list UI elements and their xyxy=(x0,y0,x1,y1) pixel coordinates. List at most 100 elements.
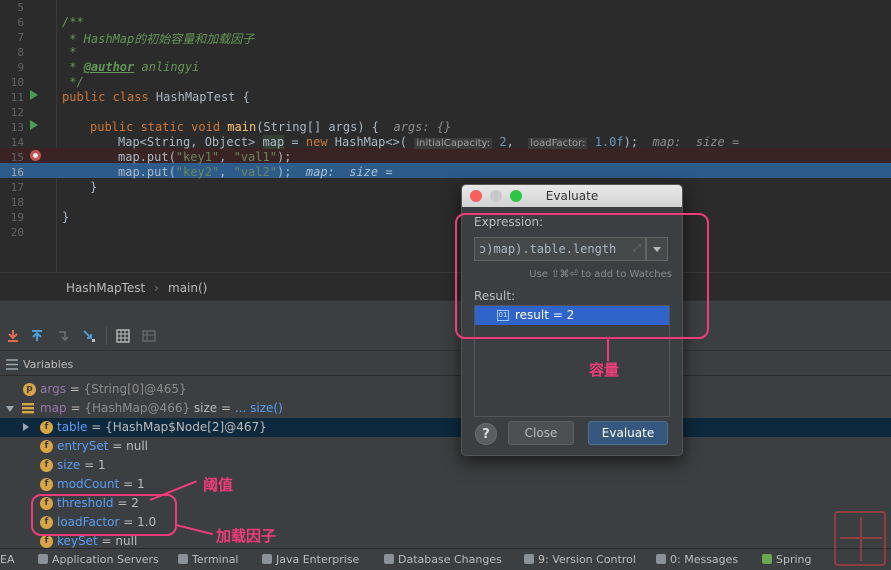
java-enterprise-icon xyxy=(262,554,272,564)
close-window-icon[interactable] xyxy=(470,190,482,202)
tool-window-version-control[interactable]: 9: Version Control xyxy=(524,553,636,566)
field-icon: f xyxy=(40,459,53,472)
line-number: 5 xyxy=(17,1,24,14)
inline-debug-hint: map: size = xyxy=(652,135,740,149)
javadoc-author-tag: @author xyxy=(83,60,135,74)
version-control-icon xyxy=(524,554,534,564)
code-line-11: public class HashMapTest { xyxy=(62,90,250,104)
size-link[interactable]: ... size() xyxy=(235,401,283,415)
server-icon xyxy=(38,554,48,564)
variable-row[interactable]: f entrySet = null xyxy=(0,437,891,456)
tool-window-terminal[interactable]: Terminal xyxy=(178,553,239,566)
line-number: 19 xyxy=(10,211,24,224)
list-icon xyxy=(6,359,18,370)
field-icon: f xyxy=(40,421,53,434)
variable-row[interactable]: f modCount = 1 xyxy=(0,475,891,494)
debug-toolbar xyxy=(0,321,891,351)
annotation-load-factor: 加载因子 xyxy=(216,527,277,545)
line-number: 13 xyxy=(10,121,24,134)
code-line-8: * xyxy=(62,45,77,59)
zoom-window-icon[interactable] xyxy=(510,190,522,202)
evaluate-expression-icon[interactable] xyxy=(116,329,130,343)
line-number: 6 xyxy=(17,16,24,29)
tool-window-bar: EA Application Servers Terminal Java Ent… xyxy=(0,548,891,570)
drop-frame-icon[interactable] xyxy=(56,329,70,343)
tool-window-spring[interactable]: Spring xyxy=(762,553,812,566)
annotation-capacity: 容量 xyxy=(589,361,620,379)
breadcrumb: HashMapTest › main() xyxy=(0,272,891,300)
collapse-arrow-icon[interactable] xyxy=(6,406,14,412)
tool-window-ea[interactable]: EA xyxy=(0,553,14,566)
messages-icon xyxy=(656,554,666,564)
code-line-10: */ xyxy=(62,75,84,89)
table-view-icon[interactable] xyxy=(142,329,156,343)
dialog-title-bar[interactable]: Evaluate xyxy=(462,185,682,207)
inline-debug-hint: args: {} xyxy=(393,120,452,134)
field-icon: f xyxy=(40,478,53,491)
run-to-cursor-icon[interactable] xyxy=(82,329,96,343)
code-line-9: * @author anlingyi xyxy=(62,60,200,74)
annotation-box-threshold-loadfactor xyxy=(31,494,177,536)
tool-window-application-servers[interactable]: Application Servers xyxy=(38,553,159,566)
line-number: 9 xyxy=(17,61,24,74)
code-line-15: map.put("key1", "val1"); xyxy=(118,150,292,164)
line-number: 7 xyxy=(17,31,24,44)
terminal-icon xyxy=(178,554,188,564)
expand-arrow-icon[interactable] xyxy=(23,423,29,431)
breadcrumb-separator: › xyxy=(154,281,159,295)
line-number: 8 xyxy=(17,46,24,59)
spring-icon xyxy=(762,554,772,564)
tool-window-messages[interactable]: 0: Messages xyxy=(656,553,738,566)
inline-debug-hint: map: size = xyxy=(305,165,393,179)
dialog-title: Evaluate xyxy=(545,189,599,203)
line-number: 20 xyxy=(10,226,24,239)
annotation-line-capacity xyxy=(607,339,609,361)
gutter-divider xyxy=(56,0,57,272)
field-icon: f xyxy=(40,535,53,548)
line-number: 11 xyxy=(10,91,24,104)
field-icon: f xyxy=(40,440,53,453)
evaluate-button[interactable]: Evaluate xyxy=(588,421,668,445)
tool-window-java-enterprise[interactable]: Java Enterprise xyxy=(262,553,359,566)
database-icon xyxy=(384,554,394,564)
breadcrumb-class[interactable]: HashMapTest xyxy=(66,281,145,295)
line-number: 14 xyxy=(10,136,24,149)
close-button[interactable]: Close xyxy=(508,421,574,445)
run-main-icon[interactable] xyxy=(30,120,38,130)
run-class-icon[interactable] xyxy=(30,90,38,100)
code-line-6: /** xyxy=(62,15,84,29)
watermark-seal xyxy=(834,511,886,566)
line-number: 16 xyxy=(10,166,24,179)
variable-row[interactable]: p args = {String[0]@465} xyxy=(0,380,891,399)
code-line-19: } xyxy=(62,210,70,224)
variable-row[interactable]: map = {HashMap@466} size = ... size() xyxy=(0,399,891,418)
breadcrumb-method[interactable]: main() xyxy=(168,281,207,295)
annotation-box-result xyxy=(455,213,709,339)
toolbar-divider xyxy=(106,327,107,345)
code-line-17: } xyxy=(90,180,98,194)
annotation-threshold: 阈值 xyxy=(203,476,234,494)
variable-row[interactable]: f size = 1 xyxy=(0,456,891,475)
tool-window-database-changes[interactable]: Database Changes xyxy=(384,553,502,566)
parameter-icon: p xyxy=(23,383,36,396)
help-button[interactable]: ? xyxy=(475,423,497,445)
param-hint-initial-capacity: initialCapacity: xyxy=(414,138,493,149)
code-line-14: Map<String, Object> map = new HashMap<>(… xyxy=(118,135,740,149)
line-number: 18 xyxy=(10,196,24,209)
breakpoint-icon[interactable] xyxy=(30,150,41,161)
line-number: 10 xyxy=(10,76,24,89)
variables-title: Variables xyxy=(23,358,74,371)
param-hint-load-factor: loadFactor: xyxy=(528,138,588,149)
variable-row-selected[interactable]: f table = {HashMap$Node[2]@467} xyxy=(0,418,891,437)
line-number: 17 xyxy=(10,181,24,194)
code-line-13: public static void main(String[] args) {… xyxy=(90,120,452,134)
minimize-window-icon[interactable] xyxy=(490,190,502,202)
step-into-icon[interactable] xyxy=(6,329,20,343)
code-line-7: * HashMap的初始容量和加载因子 xyxy=(62,32,255,46)
line-number: 12 xyxy=(10,106,24,119)
step-out-icon[interactable] xyxy=(30,329,44,343)
variables-header: Variables xyxy=(0,354,891,376)
code-editor[interactable]: 5 6 7 8 9 10 11 12 13 14 15 16 17 18 19 … xyxy=(0,0,891,272)
code-line-16: map.put("key2", "val2"); map: size = xyxy=(118,165,393,179)
local-variable-icon xyxy=(22,403,34,414)
